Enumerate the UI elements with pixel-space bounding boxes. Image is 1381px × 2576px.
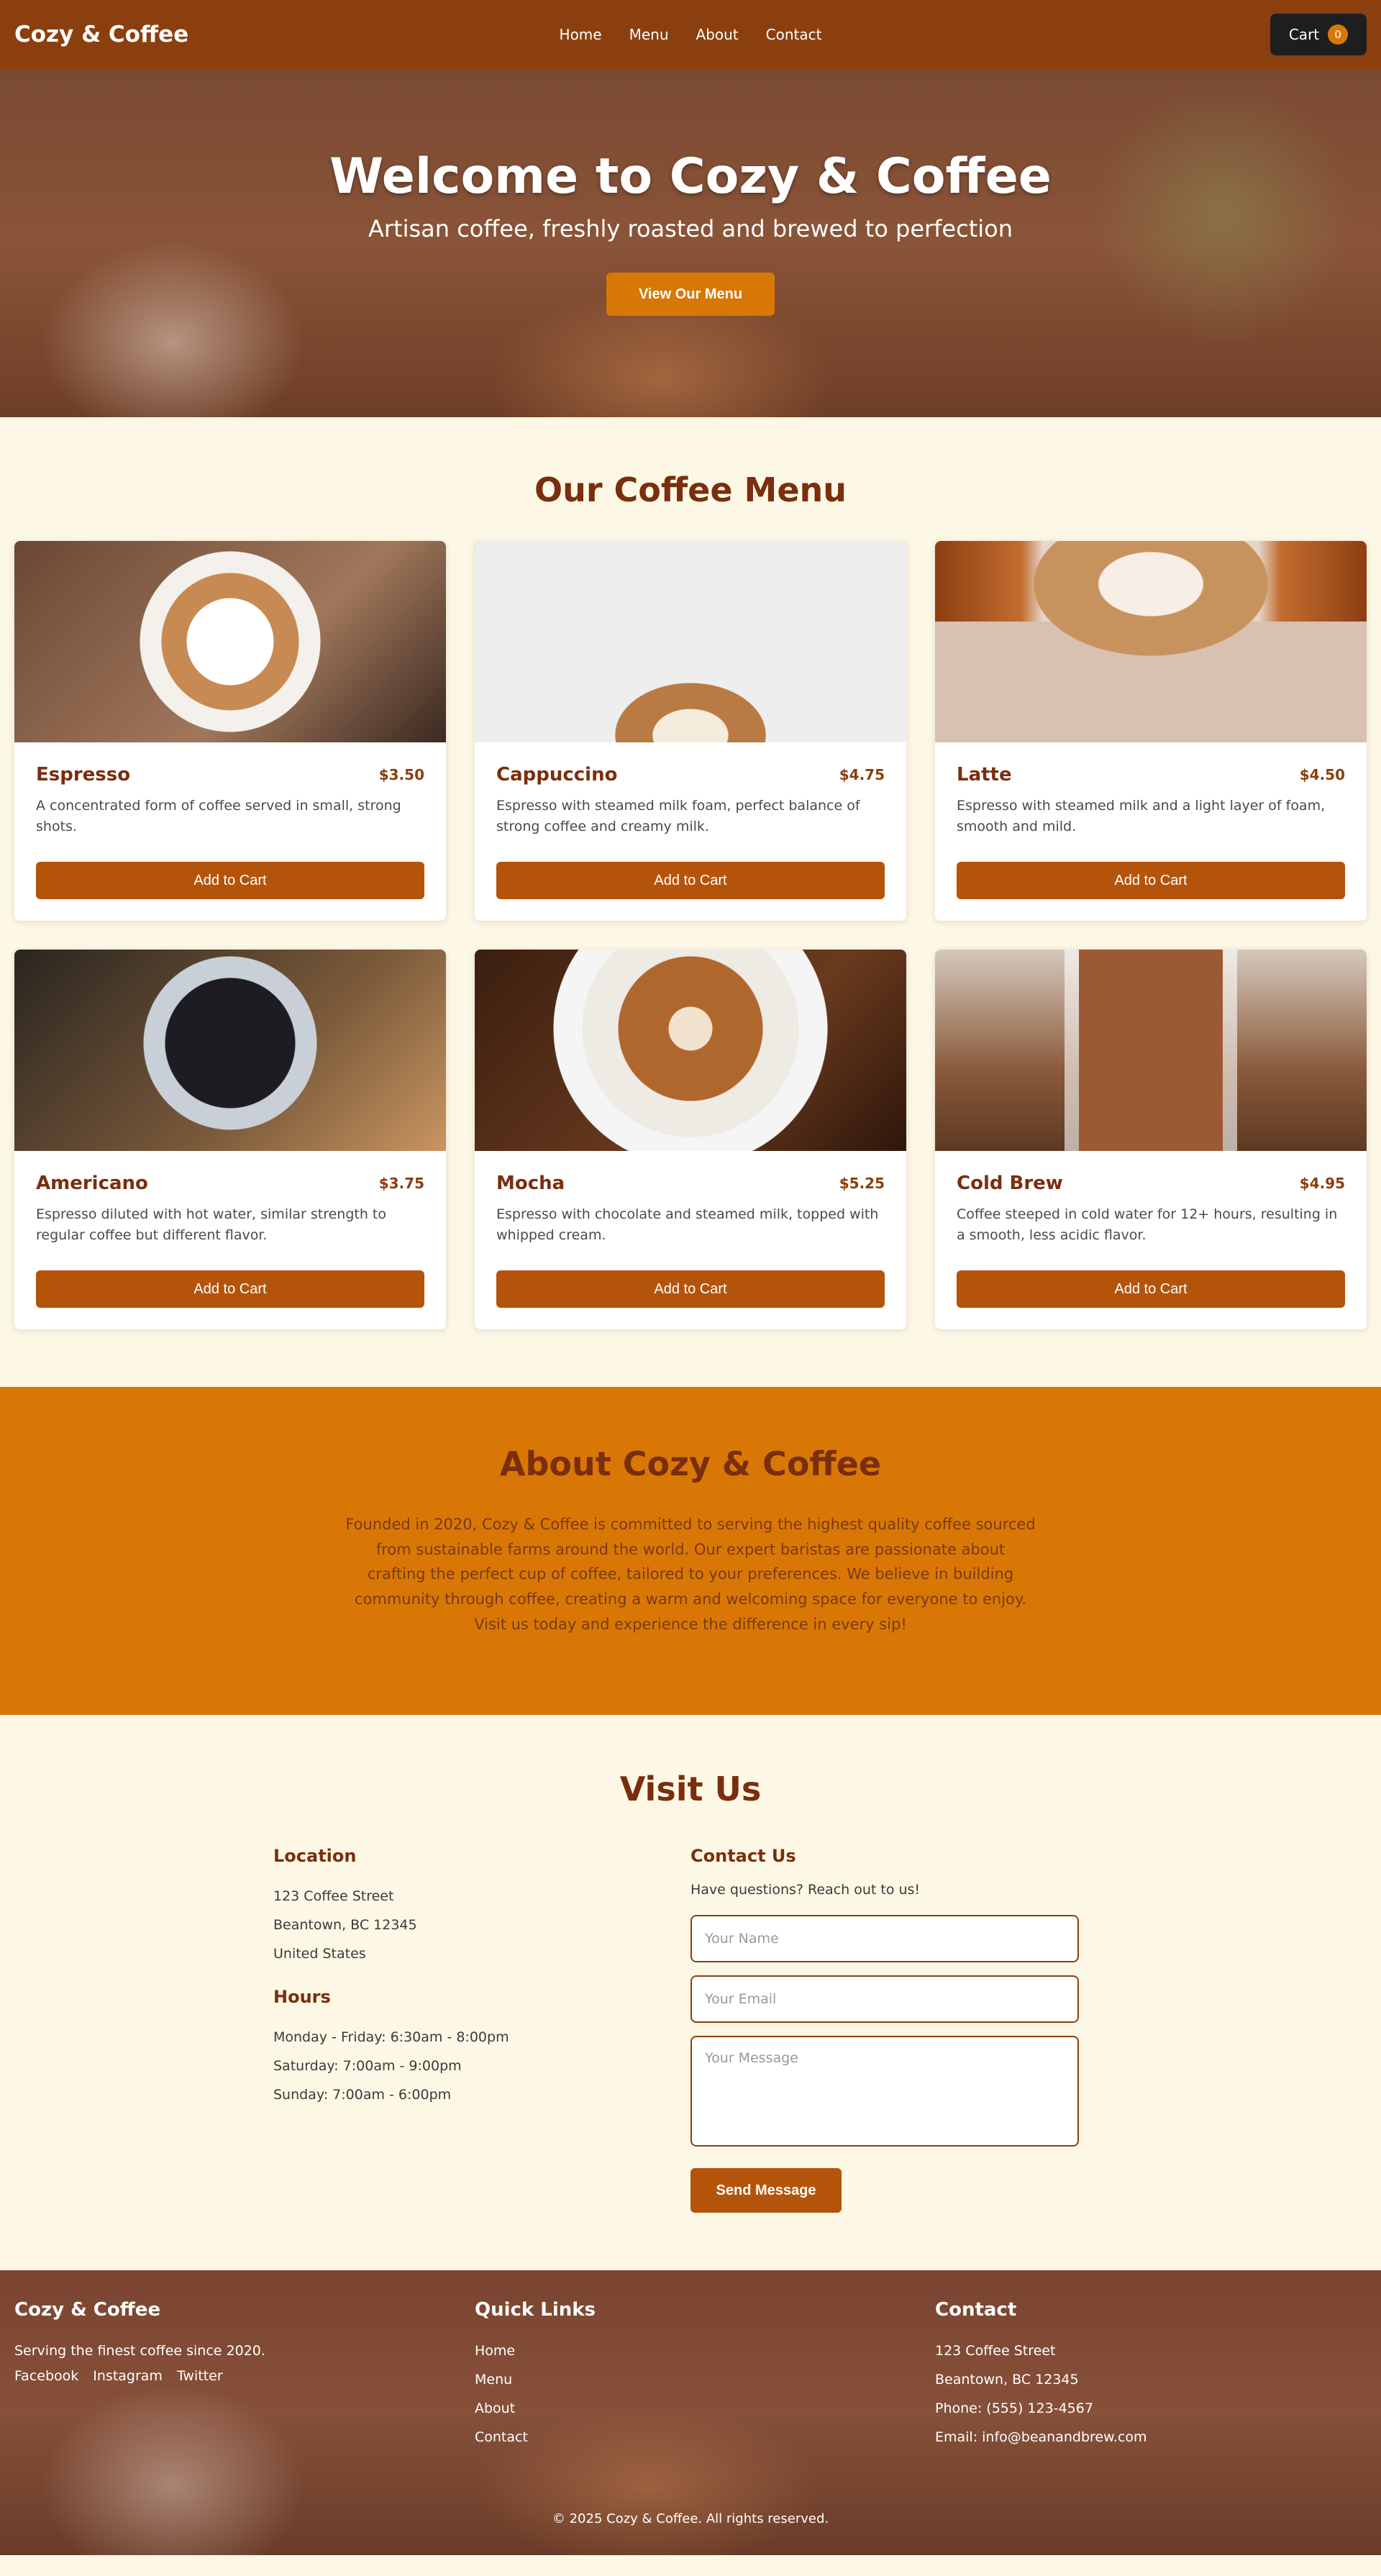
address-line: United States [273, 1946, 366, 1962]
card-price: $3.50 [378, 766, 424, 783]
nav-links: Home Menu About Contact [560, 26, 822, 43]
footer-link-menu[interactable]: Menu [475, 2365, 935, 2394]
card-price: $4.95 [1299, 1175, 1345, 1192]
card-price: $4.50 [1299, 766, 1345, 783]
footer-brand-column: Cozy & Coffee Serving the finest coffee … [14, 2299, 475, 2452]
add-to-cart-button[interactable]: Add to Cart [496, 862, 885, 899]
facebook-link[interactable]: Facebook [14, 2368, 78, 2384]
menu-card-latte: Latte $4.50 Espresso with steamed milk a… [935, 541, 1367, 921]
address-line: 123 Coffee Street [273, 1888, 394, 1904]
hours-line: Saturday: 7:00am - 9:00pm [273, 2058, 462, 2074]
about-text: Founded in 2020, Cozy & Coffee is commit… [345, 1516, 1036, 1633]
card-name: Americano [36, 1173, 148, 1194]
card-name: Cappuccino [496, 764, 618, 786]
card-price: $5.25 [839, 1175, 885, 1192]
add-to-cart-button[interactable]: Add to Cart [36, 1270, 424, 1308]
espresso-image [14, 541, 446, 742]
menu-card-mocha: Mocha $5.25 Espresso with chocolate and … [475, 950, 906, 1329]
card-name: Latte [957, 764, 1012, 786]
hours-line: Sunday: 7:00am - 6:00pm [273, 2087, 452, 2103]
mocha-image [475, 950, 906, 1151]
card-description: Espresso with steamed milk foam, perfect… [496, 798, 860, 835]
footer-contact-line: Phone: (555) 123-4567 [935, 2400, 1093, 2416]
nav-link-contact[interactable]: Contact [766, 26, 822, 43]
menu-title: Our Coffee Menu [534, 470, 847, 509]
address-line: Beantown, BC 12345 [273, 1917, 417, 1933]
add-to-cart-button[interactable]: Add to Cart [957, 1270, 1345, 1308]
card-description: Espresso with chocolate and steamed milk… [496, 1206, 879, 1244]
visit-title: Visit Us [619, 1770, 762, 1808]
footer: Cozy & Coffee Serving the finest coffee … [0, 2270, 1381, 2555]
hero-subtitle: Artisan coffee, freshly roasted and brew… [368, 215, 1013, 242]
footer-contact-line: Beantown, BC 12345 [935, 2372, 1079, 2388]
hours-line: Monday - Friday: 6:30am - 8:00pm [273, 2029, 509, 2045]
add-to-cart-button[interactable]: Add to Cart [957, 862, 1345, 899]
footer-contact-line: Email: info@beanandbrew.com [935, 2429, 1147, 2445]
footer-brand: Cozy & Coffee [14, 2299, 161, 2321]
card-description: A concentrated form of coffee served in … [36, 798, 401, 835]
menu-card-americano: Americano $3.75 Espresso diluted with ho… [14, 950, 446, 1329]
name-field[interactable] [690, 1915, 1079, 1962]
menu-card-espresso: Espresso $3.50 A concentrated form of co… [14, 541, 446, 921]
cold-brew-image [935, 950, 1367, 1151]
about-section: About Cozy & Coffee Founded in 2020, Coz… [0, 1387, 1381, 1715]
footer-contact-column: Contact 123 Coffee Street Beantown, BC 1… [935, 2299, 1367, 2452]
menu-card-cold-brew: Cold Brew $4.95 Coffee steeped in cold w… [935, 950, 1367, 1329]
card-description: Espresso diluted with hot water, similar… [36, 1206, 387, 1244]
footer-quick-links: Quick Links Home Menu About Contact [475, 2299, 935, 2452]
latte-image [935, 541, 1367, 742]
quick-links-heading: Quick Links [475, 2299, 596, 2321]
brand-logo[interactable]: Cozy & Coffee [14, 22, 188, 47]
card-price: $4.75 [839, 766, 885, 783]
cart-button[interactable]: Cart 0 [1270, 14, 1367, 55]
cart-count-badge: 0 [1328, 24, 1349, 45]
location-column: Location 123 Coffee Street Beantown, BC … [273, 1846, 690, 2213]
copyright-text: © 2025 Cozy & Coffee. All rights reserve… [552, 2511, 829, 2526]
card-description: Coffee steeped in cold water for 12+ hou… [957, 1206, 1338, 1244]
navbar: Cozy & Coffee Home Menu About Contact Ca… [0, 0, 1381, 69]
footer-contact-line: 123 Coffee Street [935, 2343, 1056, 2359]
nav-link-about[interactable]: About [696, 26, 739, 43]
menu-section: Our Coffee Menu Espresso $3.50 A concent… [0, 417, 1381, 1387]
instagram-link[interactable]: Instagram [93, 2368, 163, 2384]
cappuccino-image [475, 541, 906, 742]
add-to-cart-button[interactable]: Add to Cart [36, 862, 424, 899]
hours-heading: Hours [273, 1987, 331, 2007]
card-name: Cold Brew [957, 1173, 1063, 1194]
menu-card-cappuccino: Cappuccino $4.75 Espresso with steamed m… [475, 541, 906, 921]
hero-section: Welcome to Cozy & Coffee Artisan coffee,… [0, 69, 1381, 417]
americano-image [14, 950, 446, 1151]
menu-grid: Espresso $3.50 A concentrated form of co… [14, 541, 1367, 1329]
add-to-cart-button[interactable]: Add to Cart [496, 1270, 885, 1308]
message-field[interactable] [690, 2036, 1079, 2147]
card-price: $3.75 [378, 1175, 424, 1192]
email-field[interactable] [690, 1975, 1079, 2023]
footer-link-contact[interactable]: Contact [475, 2423, 935, 2452]
contact-intro: Have questions? Reach out to us! [690, 1882, 921, 1898]
view-menu-button[interactable]: View Our Menu [606, 273, 775, 316]
cart-label: Cart [1288, 26, 1320, 43]
hero-title: Welcome to Cozy & Coffee [329, 148, 1052, 205]
nav-link-home[interactable]: Home [560, 26, 602, 43]
footer-tagline: Serving the finest coffee since 2020. [14, 2343, 265, 2359]
footer-contact-heading: Contact [935, 2299, 1017, 2321]
about-title: About Cozy & Coffee [499, 1444, 882, 1483]
contact-form-column: Contact Us Have questions? Reach out to … [690, 1846, 1108, 2213]
nav-link-menu[interactable]: Menu [629, 26, 669, 43]
twitter-link[interactable]: Twitter [177, 2368, 223, 2384]
footer-link-home[interactable]: Home [475, 2336, 935, 2365]
footer-link-about[interactable]: About [475, 2394, 935, 2423]
contact-heading: Contact Us [690, 1846, 796, 1866]
card-name: Espresso [36, 764, 131, 786]
card-description: Espresso with steamed milk and a light l… [957, 798, 1326, 835]
card-name: Mocha [496, 1173, 565, 1194]
visit-section: Visit Us Location 123 Coffee Street Bean… [0, 1715, 1381, 2270]
send-message-button[interactable]: Send Message [690, 2168, 842, 2213]
location-heading: Location [273, 1846, 357, 1866]
